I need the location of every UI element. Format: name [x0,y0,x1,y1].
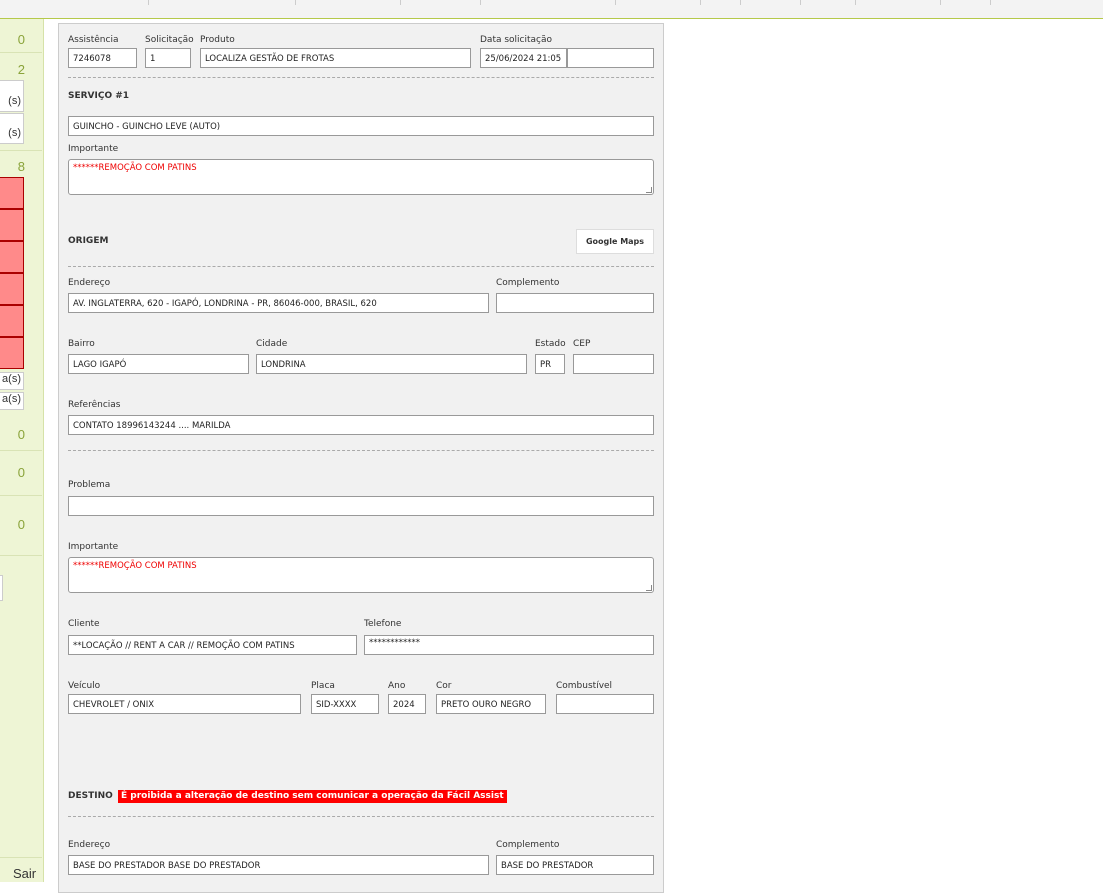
cidade-label: Cidade [256,339,288,349]
logout-link[interactable]: Sair [13,866,36,881]
nav-divider [855,0,856,5]
placa-field[interactable]: SID-XXXX [311,694,379,714]
endereco-label: Endereço [68,278,111,288]
cidade-field[interactable]: LONDRINA [256,354,527,374]
placa-label: Placa [311,681,335,691]
divider [0,555,42,556]
veiculo-field[interactable]: CHEVROLET / ONIX [68,694,301,714]
divider [0,450,42,451]
divider [68,77,654,78]
origem-title: ORIGEM [68,236,109,246]
importante-label: Importante [68,542,119,552]
importante-textarea[interactable]: ******REMOÇÃO COM PATINS [68,159,654,195]
solicitacao-field[interactable]: 1 [145,48,191,68]
alert-box[interactable] [0,273,24,305]
divider [0,495,42,496]
nav-divider [990,0,991,5]
status-box[interactable]: a(s) [0,372,24,390]
nav-divider [295,0,296,5]
count[interactable]: 2 [18,62,25,77]
destino-warning-badge: É proibida a alteração de destino sem co… [118,790,507,803]
data-label: Data solicitação [480,35,553,45]
estado-label: Estado [535,339,566,349]
divider [68,816,654,817]
servico-title: SERVIÇO #1 [68,91,130,101]
assistencia-field[interactable]: 7246078 [68,48,137,68]
count[interactable]: 0 [18,517,25,532]
data-extra-field[interactable] [567,48,654,68]
combustivel-label: Combustível [556,681,613,691]
origem-endereco-field[interactable]: AV. INGLATERRA, 620 - IGAPÓ, LONDRINA - … [68,293,489,313]
combustivel-field[interactable] [556,694,654,714]
complemento-label: Complemento [496,278,560,288]
cliente-label: Cliente [68,619,100,629]
importante-text: ******REMOÇÃO COM PATINS [73,163,197,173]
cor-field[interactable]: PRETO OURO NEGRO [436,694,546,714]
servico-tipo-field[interactable]: GUINCHO - GUINCHO LEVE (AUTO) [68,116,654,136]
nav-divider [615,0,616,5]
referencias-label: Referências [68,400,121,410]
status-box[interactable]: (s) [0,80,24,112]
cor-label: Cor [436,681,452,691]
divider [68,450,654,451]
ano-field[interactable]: 2024 [388,694,426,714]
origem-complemento-field[interactable] [496,293,654,313]
divider [0,52,42,53]
veiculo-label: Veículo [68,681,101,691]
estado-field[interactable]: PR [535,354,565,374]
assistencia-label: Assistência [68,35,119,45]
divider [0,857,42,858]
divider [68,266,654,267]
resize-grip-icon[interactable] [646,187,652,193]
google-maps-button[interactable]: Google Maps [576,229,654,254]
produto-label: Produto [200,35,235,45]
telefone-field[interactable]: ************ [364,635,654,655]
divider [0,150,42,151]
nav-divider [740,0,741,5]
cep-label: CEP [573,339,591,349]
count[interactable]: 0 [18,32,25,47]
alert-box[interactable] [0,177,24,209]
nav-divider [400,0,401,5]
alert-box[interactable] [0,241,24,273]
problema-label: Problema [68,480,111,490]
importante-label: Importante [68,144,119,154]
bairro-field[interactable]: LAGO IGAPÓ [68,354,249,374]
importante-textarea[interactable]: ******REMOÇÃO COM PATINS [68,557,654,593]
top-nav-bar [0,0,1103,19]
solicitacao-label: Solicitação [145,35,194,45]
destino-title: DESTINO [68,791,113,801]
destino-endereco-field[interactable]: BASE DO PRESTADOR BASE DO PRESTADOR [68,855,489,875]
problema-field[interactable] [68,496,654,516]
nav-divider [480,0,481,5]
count[interactable]: 0 [18,427,25,442]
bairro-label: Bairro [68,339,95,349]
complemento-label: Complemento [496,840,560,850]
count[interactable]: 0 [18,465,25,480]
importante-text: ******REMOÇÃO COM PATINS [73,561,197,571]
status-box[interactable]: a(s) [0,392,24,410]
nav-divider [148,0,149,5]
status-box[interactable]: (s) [0,113,24,144]
alert-box[interactable] [0,337,24,369]
endereco-label: Endereço [68,840,111,850]
alert-box[interactable] [0,209,24,241]
service-form-panel [58,23,664,893]
nav-divider [700,0,701,5]
collapsed-box[interactable] [0,575,3,601]
produto-field[interactable]: LOCALIZA GESTÃO DE FROTAS [200,48,471,68]
cliente-field[interactable]: **LOCAÇÃO // RENT A CAR // REMOÇÃO COM P… [68,635,357,655]
referencias-field[interactable]: CONTATO 18996143244 .... MARILDA [68,415,654,435]
data-field[interactable]: 25/06/2024 21:05 [480,48,567,68]
cep-field[interactable] [573,354,654,374]
resize-grip-icon[interactable] [646,585,652,591]
nav-divider [800,0,801,5]
telefone-label: Telefone [364,619,402,629]
alert-box[interactable] [0,305,24,337]
ano-label: Ano [388,681,406,691]
destino-complemento-field[interactable]: BASE DO PRESTADOR [496,855,654,875]
count[interactable]: 8 [18,159,25,174]
sidebar: 0 2 (s) (s) 8 a(s) a(s) 0 0 0 [0,19,44,882]
nav-divider [940,0,941,5]
